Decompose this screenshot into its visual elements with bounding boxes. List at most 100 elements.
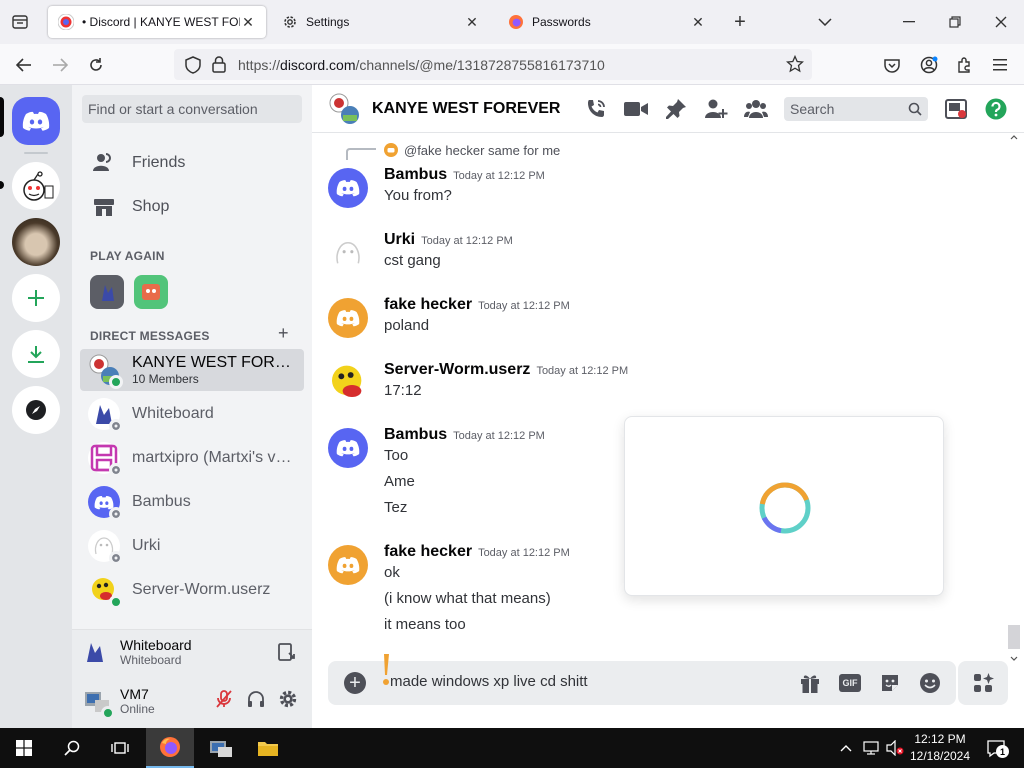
message-author[interactable]: Urki [384, 231, 415, 248]
minimize-icon[interactable] [896, 10, 922, 34]
message-text: Tez [384, 499, 408, 516]
system-clock[interactable]: 12:12 PM 12/18/2024 [900, 731, 980, 765]
download-icon[interactable] [12, 330, 60, 378]
dm-item-group[interactable]: KANYE WEST FOREVER 10 Members [80, 349, 304, 391]
close-icon[interactable]: ✕ [690, 14, 706, 31]
restore-icon[interactable] [942, 10, 968, 34]
message-author[interactable]: Bambus [384, 166, 447, 183]
user-avatar[interactable] [80, 685, 115, 720]
fake-hecker-avatar[interactable] [328, 545, 368, 585]
discover-compass-icon[interactable] [12, 386, 60, 434]
gif-picker-button[interactable]: GIF [838, 671, 862, 695]
server-worm-avatar[interactable] [328, 363, 368, 403]
taskbar-app-icon[interactable] [196, 728, 244, 768]
message-author[interactable]: fake hecker [384, 296, 472, 313]
message-author[interactable]: Server-Worm.userz [384, 361, 530, 378]
star-icon[interactable] [786, 55, 804, 73]
dm-item-whiteboard[interactable]: Whiteboard [80, 393, 304, 435]
inbox-icon[interactable] [944, 97, 968, 121]
pocket-icon[interactable] [879, 52, 905, 78]
reload-icon[interactable] [83, 52, 109, 78]
dm-item-server-worm[interactable]: Server-Worm.userz [80, 569, 304, 611]
chevron-up-icon[interactable] [836, 728, 856, 768]
discord-home-icon[interactable] [12, 97, 60, 145]
close-icon[interactable]: ✕ [464, 14, 480, 31]
game-app-icon[interactable] [134, 275, 168, 309]
headphones-icon[interactable] [246, 689, 266, 714]
start-windows-icon[interactable] [0, 728, 48, 768]
disconnect-activity-icon[interactable] [277, 642, 297, 667]
search-icon[interactable] [48, 728, 96, 768]
upload-plus-icon[interactable]: + [344, 672, 366, 694]
voice-call-icon[interactable] [584, 97, 608, 121]
dm-item-bambus[interactable]: Bambus [80, 481, 304, 523]
shop-link[interactable]: Shop [80, 186, 304, 228]
close-window-icon[interactable] [988, 10, 1014, 34]
urki-avatar[interactable] [328, 233, 368, 273]
find-conversation-input[interactable]: Find or start a conversation [82, 95, 302, 123]
chevron-down-icon[interactable] [812, 10, 838, 34]
video-call-icon[interactable] [624, 97, 648, 121]
server-reddit-icon[interactable] [12, 162, 60, 210]
tab-settings[interactable]: Settings ✕ [272, 6, 490, 38]
dm-name: martxipro (Martxi's verified) [132, 449, 300, 466]
chat-area: KANYE WEST FOREVER Search @fake hecker s… [312, 85, 1024, 728]
dm-item-martxipro[interactable]: martxipro (Martxi's verified) [80, 437, 304, 479]
friends-link[interactable]: Friends [80, 142, 304, 184]
new-tab-icon[interactable]: + [727, 10, 753, 34]
message-composer[interactable]: + made windows xp live cd shitt GIF [328, 654, 956, 705]
chat-scrollbar[interactable] [1008, 133, 1020, 663]
help-icon[interactable] [984, 97, 1008, 121]
discord-favicon-icon [58, 14, 74, 30]
tab-list-icon[interactable] [8, 10, 32, 34]
message-author[interactable]: Bambus [384, 426, 447, 443]
menu-icon[interactable] [987, 52, 1013, 78]
forward-arrow-icon[interactable] [47, 52, 73, 78]
apps-icon[interactable] [958, 661, 1008, 705]
shield-icon[interactable] [184, 56, 202, 74]
bambus-avatar[interactable] [328, 428, 368, 468]
close-icon[interactable]: ✕ [240, 14, 256, 31]
address-bar[interactable]: https://discord.com/channels/@me/1318728… [174, 49, 812, 80]
add-friends-to-dm-icon[interactable] [704, 97, 728, 121]
shop-icon [92, 195, 116, 219]
task-view-icon[interactable] [96, 728, 144, 768]
message-input[interactable]: made windows xp live cd shitt [390, 673, 588, 690]
tab-passwords[interactable]: Passwords ✕ [498, 6, 716, 38]
member-list-icon[interactable] [744, 97, 768, 121]
network-icon[interactable] [860, 728, 882, 768]
server-worm-avatar [88, 574, 123, 609]
fake-hecker-avatar[interactable] [328, 298, 368, 338]
loading-spinner-icon [759, 482, 811, 534]
message-author[interactable]: fake hecker [384, 543, 472, 560]
activity-panel[interactable]: Whiteboard Whiteboard [72, 629, 312, 673]
chat-search-input[interactable]: Search [784, 97, 928, 121]
url-text[interactable]: https://discord.com/channels/@me/1318728… [238, 57, 605, 73]
mute-microphone-icon[interactable] [214, 689, 234, 714]
message-text: poland [384, 317, 430, 334]
gift-icon[interactable] [798, 671, 822, 695]
gear-icon [284, 16, 296, 28]
back-arrow-icon[interactable] [11, 52, 37, 78]
notifications-icon[interactable]: 1 [982, 728, 1010, 768]
create-dm-button[interactable]: + [278, 323, 289, 344]
dm-item-urki[interactable]: Urki [80, 525, 304, 567]
add-server-icon[interactable] [12, 274, 60, 322]
user-settings-gear-icon[interactable] [278, 689, 298, 714]
browser-tab-bar: • Discord | KANYE WEST FOREVER ✕ Setting… [0, 0, 1024, 44]
reply-reference[interactable]: @fake hecker same for me [384, 142, 560, 158]
server-photo-icon[interactable] [12, 218, 60, 266]
search-placeholder: Search [790, 101, 835, 117]
game-whiteboard-icon[interactable] [90, 275, 124, 309]
account-icon[interactable] [916, 52, 942, 78]
file-explorer-icon[interactable] [244, 728, 292, 768]
extensions-icon[interactable] [951, 52, 977, 78]
tab-discord[interactable]: • Discord | KANYE WEST FOREVER ✕ [48, 6, 266, 38]
pinned-messages-icon[interactable] [664, 97, 688, 121]
taskbar-firefox-icon[interactable] [146, 728, 194, 768]
lock-icon[interactable] [212, 56, 226, 73]
bambus-avatar[interactable] [328, 168, 368, 208]
sticker-icon[interactable] [878, 671, 902, 695]
emoji-icon[interactable] [918, 671, 942, 695]
whiteboard-avatar [88, 398, 123, 433]
